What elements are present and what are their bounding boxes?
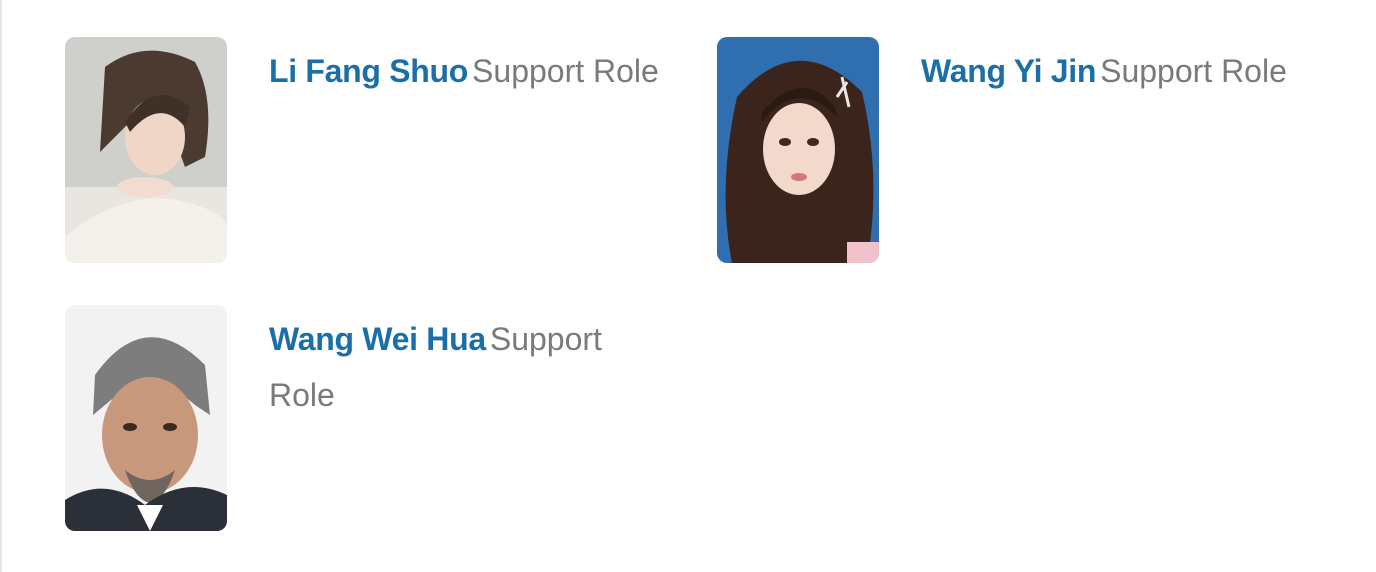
portrait-image: [717, 37, 879, 263]
cast-photo-wang-yi-jin[interactable]: [717, 37, 879, 263]
cast-name-link[interactable]: Wang Wei Hua: [269, 321, 486, 357]
cast-name-link[interactable]: Wang Yi Jin: [921, 53, 1096, 89]
cast-role: Support Role: [472, 53, 659, 89]
cast-role: Support Role: [1100, 53, 1287, 89]
portrait-image: [65, 305, 227, 531]
portrait-image: [65, 37, 227, 263]
cast-info: Wang Wei Hua Support Role: [269, 311, 649, 423]
cast-card: Wang Yi Jin Support Role: [717, 37, 1287, 263]
cast-card: Wang Wei Hua Support Role: [65, 305, 649, 531]
cast-photo-li-fang-shuo[interactable]: [65, 37, 227, 263]
cast-photo-wang-wei-hua[interactable]: [65, 305, 227, 531]
cast-info: Wang Yi Jin Support Role: [921, 43, 1287, 99]
cast-section: Li Fang Shuo Support Role Wang Yi Jin Supp…: [0, 0, 1376, 572]
cast-name-link[interactable]: Li Fang Shuo: [269, 53, 468, 89]
cast-info: Li Fang Shuo Support Role: [269, 43, 659, 99]
cast-card: Li Fang Shuo Support Role: [65, 37, 659, 263]
